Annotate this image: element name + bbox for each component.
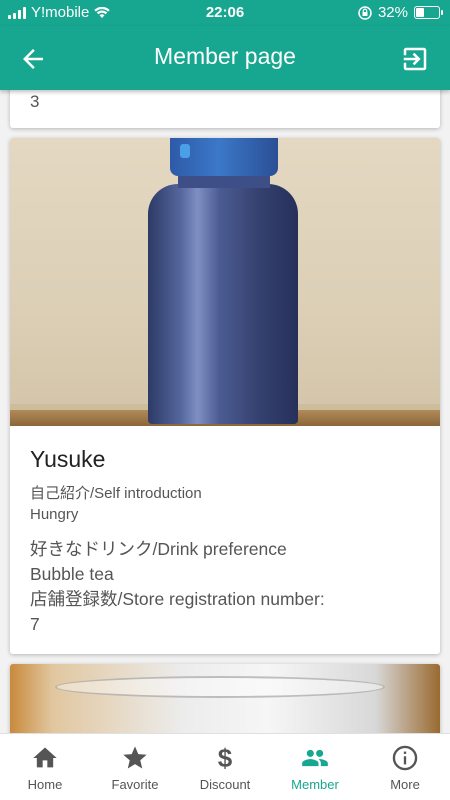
battery-percent: 32% bbox=[377, 4, 408, 21]
star-icon bbox=[123, 746, 147, 769]
nav-label-more: More bbox=[390, 777, 420, 792]
nav-label-home: Home bbox=[27, 777, 63, 792]
dollar-icon: $ bbox=[217, 743, 233, 773]
nav-item-discount[interactable]: $ Discount bbox=[180, 734, 270, 800]
nav-label-favorite: Favorite bbox=[111, 777, 159, 792]
member-photo-next bbox=[10, 664, 440, 733]
bottle-neck bbox=[178, 174, 270, 188]
exit-to-app-icon[interactable] bbox=[400, 44, 430, 74]
app-bar: Member page bbox=[0, 26, 450, 90]
nav-label-member: Member bbox=[291, 777, 339, 792]
battery-icon bbox=[414, 6, 443, 19]
nav-item-member[interactable]: Member bbox=[270, 734, 360, 800]
home-icon bbox=[33, 747, 57, 768]
intro-label: 自己紹介/Self introduction bbox=[30, 485, 202, 502]
store-label: 店舗登録数/Store registration number: bbox=[30, 589, 325, 609]
member-photo bbox=[10, 138, 440, 426]
store-value: 7 bbox=[30, 614, 40, 634]
nav-item-home[interactable]: Home bbox=[0, 734, 90, 800]
battery-fill bbox=[416, 8, 424, 17]
bottle-body bbox=[148, 184, 298, 424]
cup-rim bbox=[55, 676, 385, 698]
member-name: Yusuke bbox=[30, 446, 106, 472]
orientation-lock-icon bbox=[358, 5, 372, 20]
page-title: Member page bbox=[154, 43, 296, 69]
intro-value: Hungry bbox=[30, 506, 79, 523]
status-bar: Y!mobile 22:06 32% bbox=[0, 0, 450, 26]
member-card[interactable]: Yusuke 自己紹介/Self introduction Hungry 好きな… bbox=[10, 138, 440, 654]
nav-label-discount: Discount bbox=[199, 777, 251, 792]
status-right: 32% bbox=[358, 4, 443, 21]
people-icon bbox=[302, 749, 328, 767]
member-card-next[interactable] bbox=[10, 664, 440, 733]
info-icon bbox=[392, 745, 418, 771]
member-list[interactable]: 3 Yusuke 自己紹介/Self introduction Hungry 好… bbox=[0, 90, 450, 733]
member-card-body: Yusuke 自己紹介/Self introduction Hungry 好きな… bbox=[10, 426, 440, 654]
member-card-previous[interactable]: 3 bbox=[10, 90, 440, 128]
bottom-nav: Home Favorite $ Discount Member More bbox=[0, 733, 450, 800]
nav-item-more[interactable]: More bbox=[360, 734, 450, 800]
drink-value: Bubble tea bbox=[30, 564, 114, 584]
bottle-cap bbox=[170, 138, 278, 176]
store-count-value: 3 bbox=[30, 92, 40, 111]
drink-label: 好きなドリンク/Drink preference bbox=[30, 539, 287, 559]
nav-item-favorite[interactable]: Favorite bbox=[90, 734, 180, 800]
